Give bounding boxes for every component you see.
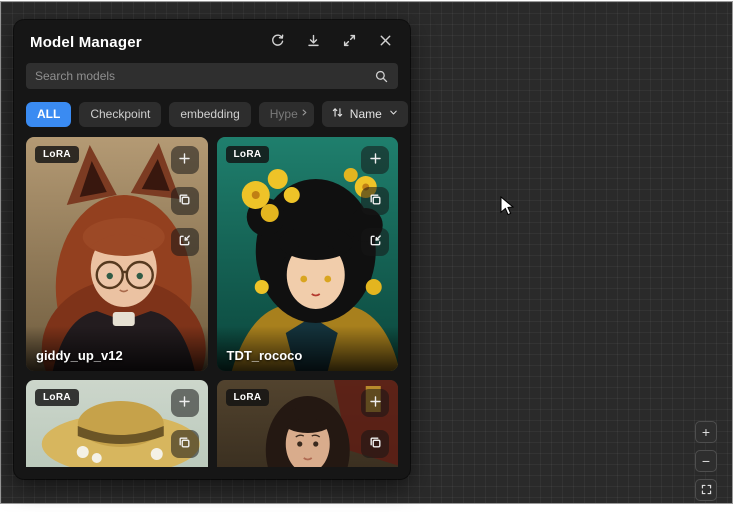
import-icon [177,233,192,251]
expand-button[interactable] [340,33,358,51]
search-icon [374,69,389,84]
model-name: TDT_rococo [217,326,399,371]
sort-dropdown[interactable]: Name [322,101,408,127]
zoom-out-button[interactable]: − [695,450,717,472]
model-name: giddy_up_v12 [26,326,208,371]
panel-header: Model Manager [14,20,410,60]
card-actions [171,146,199,256]
copy-model-button[interactable] [171,430,199,458]
copy-model-button[interactable] [361,430,389,458]
add-model-button[interactable] [171,389,199,417]
add-model-button[interactable] [361,389,389,417]
filter-label: Hype [270,107,298,121]
model-type-badge: LoRA [226,146,270,163]
search-bar [26,63,398,89]
model-card[interactable]: LoRA [26,380,208,467]
model-type-badge: LoRA [35,389,79,406]
plus-icon [368,151,383,169]
copy-icon [368,192,383,210]
copy-icon [177,435,192,453]
canvas-zoom-toolbar: + − [695,421,717,501]
copy-icon [177,192,192,210]
filter-embedding[interactable]: embedding [169,102,250,127]
load-model-button[interactable] [361,228,389,256]
refresh-button[interactable] [268,33,286,51]
model-manager-panel: Model Manager [14,20,410,479]
fit-view-button[interactable] [695,479,717,501]
filter-all[interactable]: ALL [26,102,71,127]
sort-label: Name [350,107,382,121]
node-editor-canvas[interactable]: Model Manager [1,2,732,503]
close-button[interactable] [376,33,394,51]
model-card[interactable]: LoRA [217,380,399,467]
sort-icon [331,106,344,122]
download-icon [306,33,321,51]
card-actions [361,146,389,256]
fit-view-icon [700,483,713,498]
card-actions [361,389,389,458]
chevron-down-icon [388,107,399,121]
model-type-badge: LoRA [226,389,270,406]
model-card[interactable]: LoRA [217,137,399,371]
copy-model-button[interactable] [171,187,199,215]
expand-icon [342,33,357,51]
add-model-button[interactable] [171,146,199,174]
model-card-grid: LoRA [26,137,398,467]
filter-checkpoint[interactable]: Checkpoint [79,102,161,127]
import-icon [368,233,383,251]
add-model-button[interactable] [361,146,389,174]
card-actions [171,389,199,458]
plus-icon [368,394,383,412]
filter-hypernetwork-truncated[interactable]: Hype [259,102,314,127]
model-card[interactable]: LoRA [26,137,208,371]
copy-model-button[interactable] [361,187,389,215]
chevron-right-icon [298,107,310,121]
plus-icon [177,151,192,169]
model-type-badge: LoRA [35,146,79,163]
load-model-button[interactable] [171,228,199,256]
download-button[interactable] [304,33,322,51]
close-icon [378,33,393,51]
plus-icon [177,394,192,412]
zoom-in-button[interactable]: + [695,421,717,443]
filter-bar: ALL Checkpoint embedding Hype Name [26,101,398,127]
panel-title: Model Manager [30,34,250,51]
copy-icon [368,435,383,453]
search-input[interactable] [35,69,374,83]
refresh-icon [270,33,285,51]
